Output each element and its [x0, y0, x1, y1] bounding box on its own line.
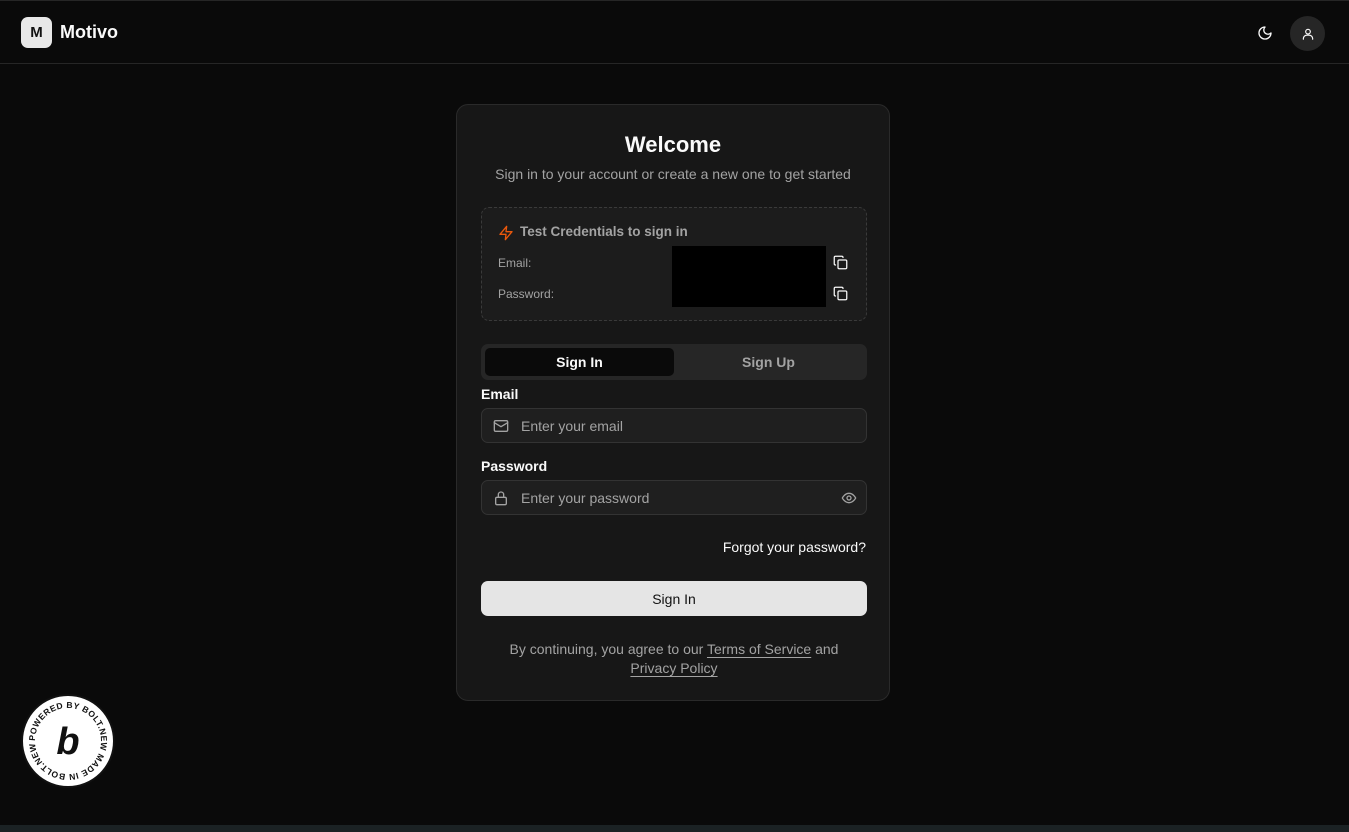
copy-icon — [833, 286, 847, 300]
email-input[interactable] — [521, 409, 821, 442]
terms-prefix: By continuing, you agree to our — [509, 641, 704, 657]
lock-icon — [493, 490, 509, 511]
credential-email-label: Email: — [498, 256, 532, 270]
card-subtitle: Sign in to your account or create a new … — [495, 166, 851, 182]
user-icon — [1302, 28, 1313, 40]
copy-email-button[interactable] — [830, 252, 850, 272]
email-label: Email — [481, 386, 519, 402]
bolt-badge[interactable]: POWERED BY BOLT.NEW MADE IN BOLT.NEW b — [21, 694, 115, 788]
auth-card: Welcome Sign in to your account or creat… — [456, 104, 890, 701]
email-field-wrapper — [481, 408, 867, 443]
user-menu-button[interactable] — [1290, 16, 1325, 51]
brand-name[interactable]: Motivo — [60, 22, 118, 43]
mail-icon — [493, 418, 509, 439]
moon-icon — [1258, 26, 1272, 40]
top-header: M Motivo — [0, 0, 1349, 64]
redacted-credentials — [672, 246, 826, 307]
privacy-policy-link[interactable]: Privacy Policy — [630, 660, 717, 676]
copy-icon — [833, 255, 847, 269]
tab-sign-in[interactable]: Sign In — [485, 348, 674, 376]
terms-and: and — [815, 641, 839, 657]
credentials-title: Test Credentials to sign in — [520, 224, 688, 239]
svg-text:b: b — [56, 721, 79, 763]
auth-tabs: Sign In Sign Up — [481, 344, 867, 380]
password-label: Password — [481, 458, 548, 474]
password-field-wrapper — [481, 480, 867, 515]
bottom-strip — [0, 825, 1349, 832]
terms-of-service-link[interactable]: Terms of Service — [707, 641, 811, 657]
zap-icon — [498, 225, 514, 246]
bolt-logo-icon: POWERED BY BOLT.NEW MADE IN BOLT.NEW b — [27, 700, 109, 782]
terms-notice: By continuing, you agree to our Terms of… — [487, 640, 861, 678]
forgot-password-link[interactable]: Forgot your password? — [723, 539, 866, 555]
theme-toggle-button[interactable] — [1250, 18, 1280, 48]
tab-sign-up[interactable]: Sign Up — [674, 348, 863, 376]
password-input[interactable] — [521, 481, 821, 514]
logo-badge[interactable]: M — [21, 17, 52, 48]
sign-in-button[interactable]: Sign In — [481, 581, 867, 616]
copy-password-button[interactable] — [830, 283, 850, 303]
eye-icon[interactable] — [841, 490, 857, 511]
card-title: Welcome — [624, 132, 722, 157]
credential-password-label: Password: — [498, 287, 555, 301]
